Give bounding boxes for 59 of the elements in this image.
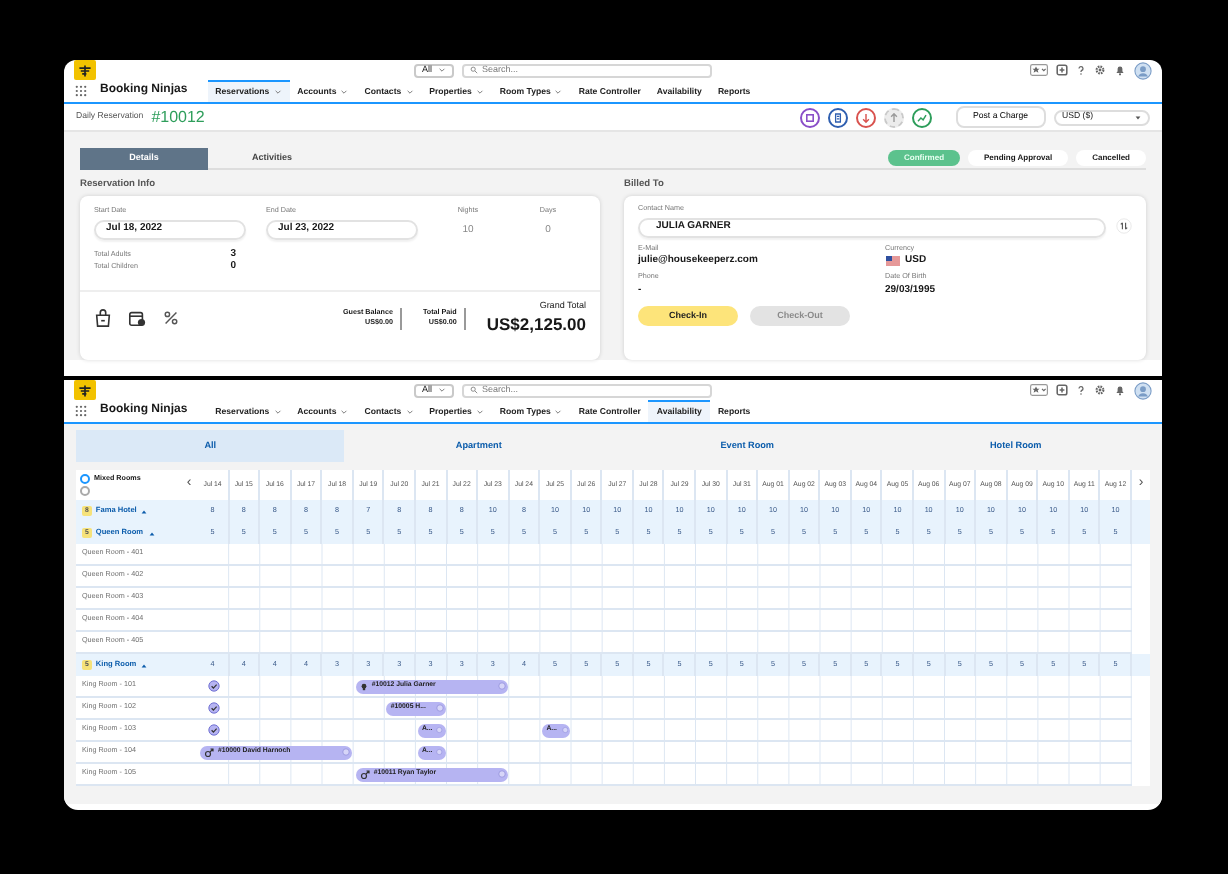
action-button[interactable] [827, 107, 848, 127]
settings-icon[interactable] [1094, 64, 1107, 76]
search-icon [470, 386, 479, 394]
favorites-icon[interactable] [1030, 64, 1049, 76]
caret-icon [1134, 113, 1142, 121]
discount-icon[interactable] [162, 308, 180, 329]
avatar[interactable] [1134, 61, 1153, 79]
caret-icon [475, 408, 484, 416]
more-icon [341, 748, 350, 756]
reservation-number: #10012 [151, 105, 205, 129]
add-icon[interactable] [1056, 384, 1069, 396]
caret-icon [554, 408, 563, 416]
swap-icon[interactable] [1116, 218, 1132, 235]
more-icon [497, 682, 506, 690]
add-icon[interactable] [1056, 64, 1069, 76]
calendar-icon[interactable] [128, 308, 146, 329]
bell-icon[interactable] [1114, 64, 1127, 76]
frame-icon [801, 109, 818, 125]
search-icon [470, 66, 479, 74]
document-icon [829, 109, 846, 125]
logo[interactable] [74, 380, 96, 400]
caret-icon [273, 88, 282, 96]
action-button[interactable] [855, 107, 876, 127]
avatar[interactable] [1134, 381, 1153, 399]
bell-icon[interactable] [1114, 384, 1127, 396]
app-launcher-icon[interactable] [74, 84, 88, 98]
caret-icon [438, 386, 447, 394]
more-icon [497, 770, 506, 778]
caret-icon [438, 66, 447, 74]
app-launcher-icon[interactable] [74, 404, 88, 418]
download-icon [857, 109, 874, 125]
ninja-icon [78, 63, 92, 77]
more-icon [561, 726, 568, 734]
ninja-icon [78, 383, 92, 397]
grand-total-value: US$2,125.00 [486, 312, 586, 339]
flag-icon [885, 256, 899, 267]
pin-icon [359, 681, 368, 691]
caret-icon [405, 88, 414, 96]
more-icon [435, 704, 444, 712]
action-button[interactable] [799, 107, 820, 127]
caret-icon [554, 88, 563, 96]
caret-icon [340, 408, 349, 416]
help-icon[interactable] [1076, 64, 1087, 76]
logo[interactable] [74, 60, 96, 80]
caret-icon [273, 408, 282, 416]
trend-icon [913, 109, 930, 125]
bag-icon[interactable] [94, 308, 112, 329]
male-icon [359, 769, 370, 779]
more-icon [436, 726, 444, 734]
caret-icon [475, 88, 484, 96]
settings-icon[interactable] [1094, 384, 1107, 396]
more-icon [436, 748, 444, 756]
male-icon [204, 747, 214, 757]
caret-icon [405, 408, 414, 416]
caret-icon [340, 88, 349, 96]
action-button[interactable] [911, 107, 932, 127]
favorites-icon[interactable] [1030, 384, 1049, 396]
upload-icon [885, 109, 902, 125]
help-icon[interactable] [1076, 384, 1087, 396]
